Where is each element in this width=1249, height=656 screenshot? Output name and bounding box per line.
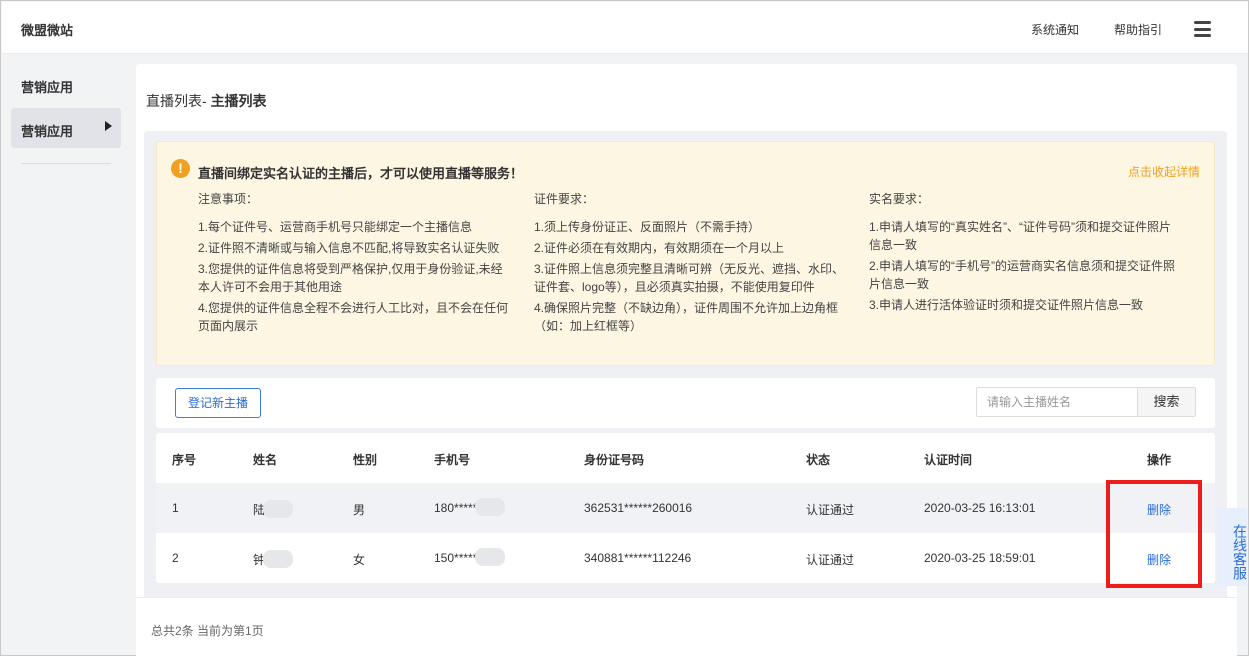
breadcrumb-current: 主播列表 xyxy=(210,93,267,109)
redaction-blur xyxy=(475,497,506,516)
row-index: 1 xyxy=(172,501,179,515)
notice-box: ! 直播间绑定实名认证的主播后，才可以使用直播等服务！ 点击收起详情 注意事项：… xyxy=(156,141,1215,366)
pagination-footer: 总共2条 当前为第1页 xyxy=(136,597,1237,656)
row-auth-time: 2020-03-25 16:13:01 xyxy=(924,501,1036,515)
highlight-annotation-box xyxy=(1106,480,1202,588)
column-header-gender: 性别 xyxy=(353,453,378,467)
redaction-blur xyxy=(263,549,294,568)
column-header-auth-time: 认证时间 xyxy=(924,453,973,467)
sidebar-heading: 营销应用 xyxy=(21,80,74,95)
table-row: 1 陆 男 180***** 362531******260016 认证通过 2… xyxy=(156,483,1215,533)
row-name: 陆 xyxy=(253,499,294,518)
breadcrumb: 直播列表- 主播列表 xyxy=(146,91,267,111)
row-name: 钟 xyxy=(253,549,294,568)
row-id-number: 362531******260016 xyxy=(584,501,693,515)
notice-item: 3.申请人进行活体验证时须和提交证件照片信息一致 xyxy=(869,298,1144,312)
streamer-table: 序号 姓名 性别 手机号 身份证号码 状态 认证时间 操作 1 陆 男 180*… xyxy=(156,433,1215,583)
notice-column-realname-requirements: 实名要求： 1.申请人填写的“真实姓名”、“证件号码”须和提交证件照片信息一致 … xyxy=(869,190,1179,317)
redaction-blur xyxy=(475,547,506,566)
column-header-name: 姓名 xyxy=(253,453,278,467)
row-index: 2 xyxy=(172,551,179,565)
notice-column-id-requirements: 证件要求： 1.须上传身份证正、反面照片（不需手持） 2.证件必须在有效期内，有… xyxy=(534,190,844,338)
notice-item: 1.申请人填写的“真实姓名”、“证件号码”须和提交证件照片信息一致 xyxy=(869,220,1171,252)
register-streamer-button[interactable]: 登记新主播 xyxy=(175,388,261,418)
streamer-name-search-input[interactable] xyxy=(976,387,1138,417)
notice-item: 4.确保照片完整（不缺边角），证件周围不允许加上边角框（如：加上红框等） xyxy=(534,301,839,333)
redaction-blur xyxy=(263,499,294,518)
column-header-status: 状态 xyxy=(806,453,831,467)
search-button[interactable]: 搜索 xyxy=(1137,387,1196,417)
sidebar-item-label: 营销应用 xyxy=(21,124,74,139)
row-auth-time: 2020-03-25 18:59:01 xyxy=(924,551,1036,565)
column-title: 证件要求： xyxy=(534,192,595,206)
column-header-id-number: 身份证号码 xyxy=(584,453,645,467)
top-header: 微盟微站 系统通知 帮助指引 xyxy=(2,2,1248,54)
online-service-tab[interactable]: 在线客服 xyxy=(1217,508,1248,586)
notice-item: 2.证件照不清晰或与输入信息不匹配,将导致实名认证失败 xyxy=(198,241,500,255)
exclamation-icon: ! xyxy=(171,159,190,178)
row-phone: 150***** xyxy=(434,547,506,566)
notice-item: 1.每个证件号、运营商手机号只能绑定一个主播信息 xyxy=(198,220,473,234)
notice-item: 3.您提供的证件信息将受到严格保护,仅用于身份验证,未经本人许可不会用于其他用途 xyxy=(198,262,503,294)
column-header-phone: 手机号 xyxy=(434,453,471,467)
sidebar-divider xyxy=(21,163,111,164)
sidebar: 营销应用 营销应用 xyxy=(2,55,130,655)
column-title: 注意事项： xyxy=(198,192,259,206)
app-window: 微盟微站 系统通知 帮助指引 营销应用 营销应用 直播列表- 主播列表 ! 直播… xyxy=(0,0,1249,656)
notice-item: 1.须上传身份证正、反面照片（不需手持） xyxy=(534,220,761,234)
main-content: 直播列表- 主播列表 ! 直播间绑定实名认证的主播后，才可以使用直播等服务！ 点… xyxy=(136,64,1237,656)
table-header-row: 序号 姓名 性别 手机号 身份证号码 状态 认证时间 操作 xyxy=(156,433,1215,483)
row-gender: 女 xyxy=(353,553,366,567)
pagination-summary: 总共2条 当前为第1页 xyxy=(151,624,264,638)
collapse-details-link[interactable]: 点击收起详情 xyxy=(1128,163,1200,180)
notice-item: 2.证件必须在有效期内，有效期须在一个月以上 xyxy=(534,241,785,255)
row-status: 认证通过 xyxy=(806,553,855,567)
column-header-action: 操作 xyxy=(1147,453,1172,467)
sidebar-item-marketing[interactable]: 营销应用 xyxy=(11,108,121,148)
row-gender: 男 xyxy=(353,503,366,517)
breadcrumb-parent[interactable]: 直播列表- xyxy=(146,93,211,109)
notice-column-notes: 注意事项： 1.每个证件号、运营商手机号只能绑定一个主播信息 2.证件照不清晰或… xyxy=(198,190,508,338)
brand-title: 微盟微站 xyxy=(21,23,74,38)
notice-item: 3.证件照上信息须完整且清晰可辨（无反光、遮挡、水印、证件套、logo等），且必… xyxy=(534,262,845,294)
row-status: 认证通过 xyxy=(806,503,855,517)
hamburger-menu-icon[interactable] xyxy=(1194,21,1211,37)
notice-title: 直播间绑定实名认证的主播后，才可以使用直播等服务！ xyxy=(198,166,524,181)
row-phone: 180***** xyxy=(434,497,506,516)
column-title: 实名要求： xyxy=(869,192,930,206)
nav-system-notice[interactable]: 系统通知 xyxy=(1031,21,1079,38)
nav-help-guide[interactable]: 帮助指引 xyxy=(1114,21,1162,38)
notice-item: 2.申请人填写的“手机号”的运营商实名信息须和提交证件照片信息一致 xyxy=(869,259,1176,291)
caret-right-icon xyxy=(105,121,112,131)
content-panel: ! 直播间绑定实名认证的主播后，才可以使用直播等服务！ 点击收起详情 注意事项：… xyxy=(144,131,1227,603)
table-row: 2 钟 女 150***** 340881******112246 认证通过 2… xyxy=(156,533,1215,583)
notice-item: 4.您提供的证件信息全程不会进行人工比对，且不会在任何页面内展示 xyxy=(198,301,509,333)
column-header-index: 序号 xyxy=(172,453,197,467)
row-id-number: 340881******112246 xyxy=(584,551,692,565)
toolbar: 登记新主播 搜索 xyxy=(156,378,1215,428)
